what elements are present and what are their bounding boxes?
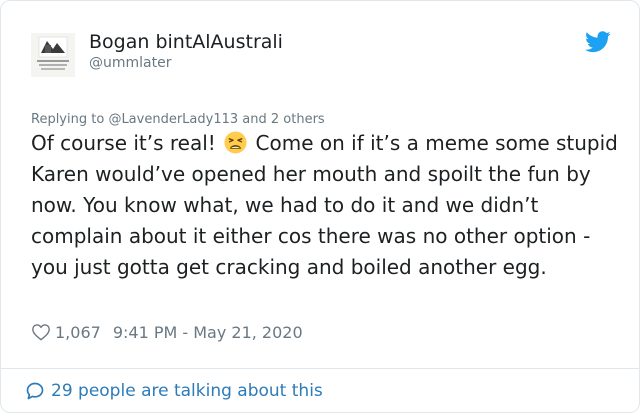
- talking-about-label[interactable]: 29 people are talking about this: [51, 381, 323, 401]
- tweet-card: Bogan bintAlAustrali @ummlater Replying …: [0, 0, 640, 413]
- heart-icon[interactable]: [31, 322, 51, 342]
- tweet-meta: 1,067 9:41 PM - May 21, 2020: [31, 321, 303, 343]
- reply-suffix-link[interactable]: and 2 others: [242, 112, 324, 127]
- author-handle[interactable]: @ummlater: [89, 55, 171, 71]
- divider: [1, 368, 639, 369]
- profile-photo-icon: [31, 33, 75, 77]
- tweet-text-part1: Of course it’s real!: [31, 131, 216, 155]
- weary-face-emoji-icon: [224, 131, 247, 154]
- reply-prefix: Replying to: [31, 112, 105, 127]
- reply-context: Replying to @LavenderLady113 and 2 other…: [31, 112, 325, 127]
- speech-bubble-icon: [26, 382, 44, 400]
- avatar[interactable]: [31, 33, 75, 77]
- tweet-text: Of course it’s real! Come on if it’s a m…: [31, 128, 621, 283]
- twitter-bird-icon[interactable]: [585, 31, 611, 53]
- tweet-timestamp[interactable]: 9:41 PM - May 21, 2020: [113, 323, 303, 342]
- author-display-name[interactable]: Bogan bintAlAustrali: [89, 31, 283, 53]
- talking-about-link[interactable]: 29 people are talking about this: [25, 380, 323, 402]
- like-count[interactable]: 1,067: [55, 323, 101, 342]
- reply-mention-link[interactable]: @LavenderLady113: [108, 112, 238, 127]
